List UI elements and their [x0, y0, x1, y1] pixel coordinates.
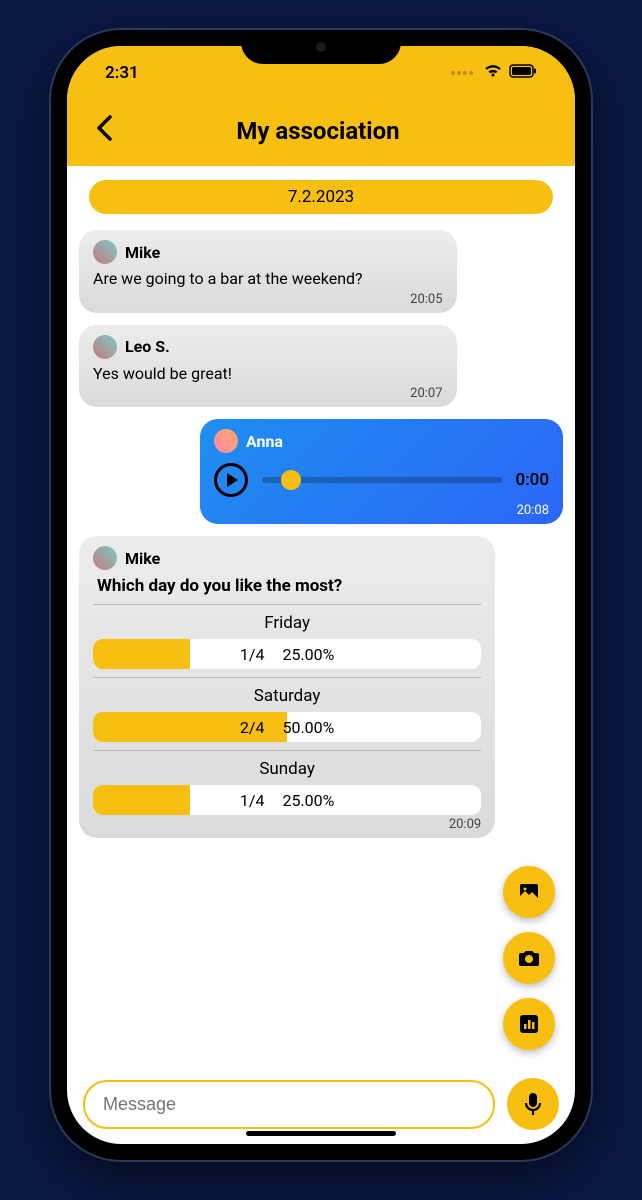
message-bubble[interactable]: Leo S. Yes would be great! 20:07: [79, 325, 457, 408]
sender-name: Anna: [246, 432, 283, 451]
avatar: [93, 546, 117, 570]
poll-option[interactable]: 2/4 50.00%: [93, 712, 481, 742]
message-time: 20:08: [214, 503, 549, 518]
poll-percent: 25.00%: [282, 791, 334, 810]
wifi-icon: [483, 63, 503, 83]
header: My association: [67, 100, 575, 166]
status-indicators: [451, 63, 537, 83]
poll-count: 2/4: [240, 718, 265, 737]
message-text: Yes would be great!: [93, 363, 443, 385]
avatar: [214, 429, 238, 453]
divider: [93, 604, 481, 605]
message-time: 20:09: [93, 817, 481, 832]
battery-icon: [509, 63, 537, 83]
chat-area[interactable]: 7.2.2023 Mike Are we going to a bar at t…: [67, 166, 575, 1068]
poll-button[interactable]: [503, 998, 555, 1050]
notch: [241, 30, 401, 64]
clock: 2:31: [105, 63, 139, 83]
date-separator: 7.2.2023: [89, 180, 553, 214]
poll-option[interactable]: 1/4 25.00%: [93, 785, 481, 815]
page-title: My association: [121, 117, 515, 145]
divider: [93, 677, 481, 678]
screen: 2:31 My association 7.2.2023: [67, 46, 575, 1144]
message-input[interactable]: [83, 1080, 495, 1129]
poll-percent: 25.00%: [282, 645, 334, 664]
audio-duration: 0:00: [516, 470, 549, 490]
poll-fill: [93, 639, 190, 669]
poll-percent: 50.00%: [282, 718, 334, 737]
sender-name: Leo S.: [125, 337, 170, 356]
avatar: [93, 335, 117, 359]
message-time: 20:05: [93, 292, 443, 307]
mic-button[interactable]: [507, 1078, 559, 1130]
home-indicator: [246, 1131, 396, 1136]
message-bubble-audio[interactable]: Anna 0:00 20:08: [200, 419, 563, 524]
audio-track[interactable]: [262, 477, 502, 483]
avatar: [93, 240, 117, 264]
divider: [93, 750, 481, 751]
poll-option-label: Sunday: [93, 759, 481, 779]
audio-knob[interactable]: [281, 470, 301, 490]
message-bubble[interactable]: Mike Are we going to a bar at the weeken…: [79, 230, 457, 313]
signal-dots-icon: [451, 71, 473, 75]
poll-count: 1/4: [240, 645, 265, 664]
poll-option-label: Friday: [93, 613, 481, 633]
camera-button[interactable]: [503, 932, 555, 984]
sender-name: Mike: [125, 243, 160, 262]
message-bubble-poll[interactable]: Mike Which day do you like the most? Fri…: [79, 536, 495, 838]
play-button[interactable]: [214, 463, 248, 497]
sender-name: Mike: [125, 549, 160, 568]
message-time: 20:07: [93, 386, 443, 401]
action-buttons: [503, 866, 555, 1050]
poll-fill: [93, 785, 190, 815]
poll-option[interactable]: 1/4 25.00%: [93, 639, 481, 669]
poll-question: Which day do you like the most?: [97, 576, 481, 596]
audio-player: 0:00: [214, 463, 549, 497]
message-text: Are we going to a bar at the weekend?: [93, 268, 443, 290]
poll-count: 1/4: [240, 791, 265, 810]
phone-frame: 2:31 My association 7.2.2023: [51, 30, 591, 1160]
gallery-button[interactable]: [503, 866, 555, 918]
poll-option-label: Saturday: [93, 686, 481, 706]
back-button[interactable]: [87, 114, 121, 148]
